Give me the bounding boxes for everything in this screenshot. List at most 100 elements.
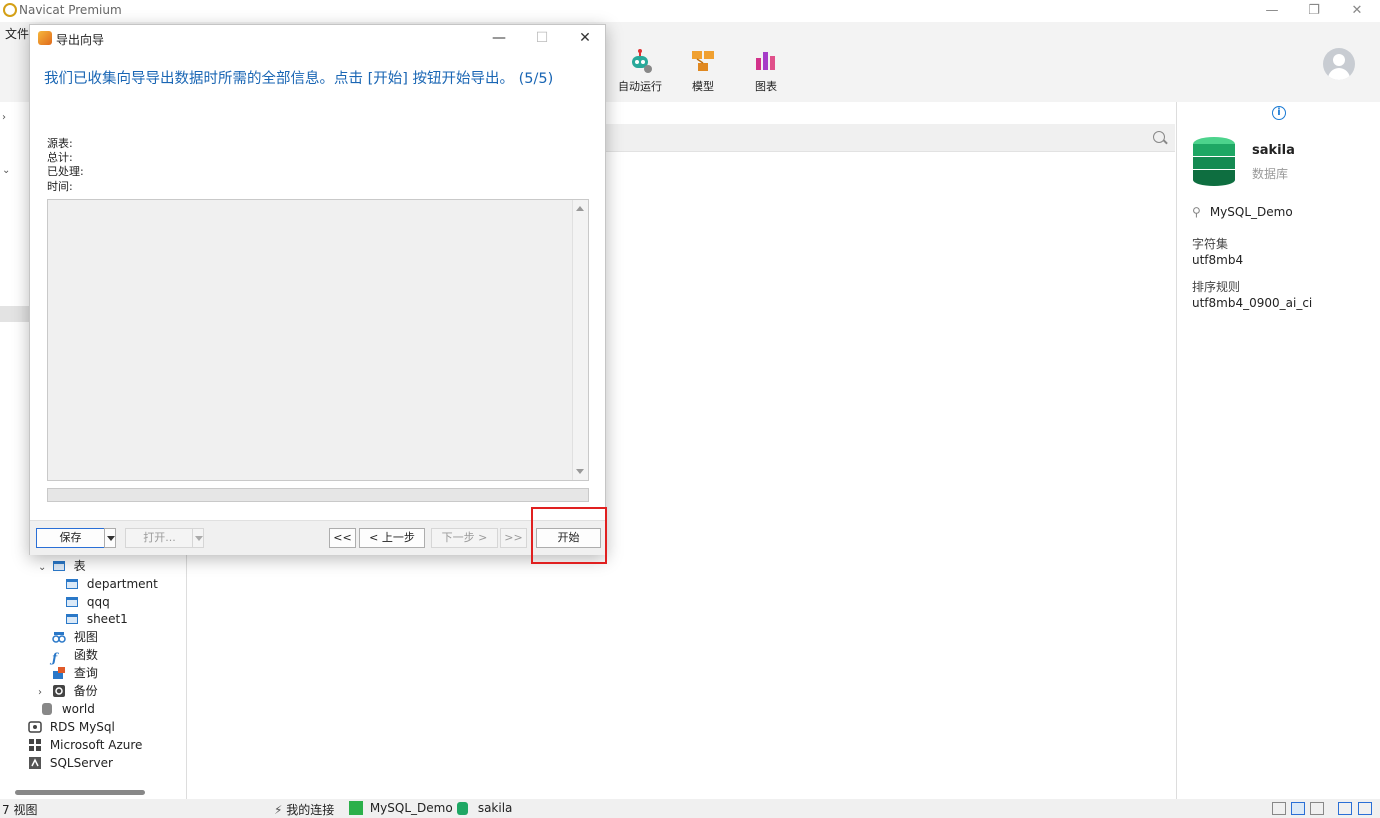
grid-view-icon[interactable] <box>1272 802 1286 815</box>
detail-view-icon[interactable] <box>1310 802 1324 815</box>
chart-icon <box>756 52 775 70</box>
save-button[interactable]: 保存 <box>36 528 105 548</box>
restore-window-button[interactable]: ❐ <box>1292 0 1336 22</box>
rds-icon <box>28 721 42 733</box>
tree-row-expanded-1[interactable]: ⌄ <box>2 160 12 178</box>
table-icon <box>66 597 78 607</box>
connection-name: MySQL_Demo <box>1209 205 1293 219</box>
robot-icon <box>632 49 652 73</box>
charset-value: utf8mb4 <box>1192 253 1244 267</box>
tree-item-table[interactable]: qqq <box>65 593 110 611</box>
functions-label: 函数 <box>73 648 98 662</box>
previous-step-button[interactable]: < 上一步 <box>359 528 425 548</box>
dialog-titlebar: 导出向导 — ☐ ✕ <box>30 25 605 51</box>
table-name: qqq <box>86 595 110 609</box>
tree-item-connection-sqlserver[interactable]: SQLServer <box>28 754 113 772</box>
tree-item-table[interactable]: department <box>65 575 158 593</box>
dialog-title: 导出向导 <box>56 33 105 47</box>
avatar-head-icon <box>1333 54 1345 66</box>
next-step-button[interactable]: 下一步 > <box>431 528 498 548</box>
dialog-close-button[interactable]: ✕ <box>570 27 600 49</box>
save-dropdown-arrow[interactable] <box>104 528 116 548</box>
tree-row-selected[interactable] <box>0 306 30 322</box>
menu-file[interactable]: 文件 <box>5 25 29 42</box>
table-icon <box>66 614 78 624</box>
user-avatar[interactable] <box>1323 48 1355 80</box>
dialog-footer: 保存 打开... << < 上一步 下一步 > >> 开始 <box>30 520 605 555</box>
function-icon: ƒ <box>52 651 58 665</box>
minimize-window-button[interactable]: — <box>1250 0 1294 22</box>
list-view-icon[interactable] <box>1291 802 1305 815</box>
database-large-icon <box>1193 137 1235 186</box>
mysql-icon <box>349 801 363 815</box>
connection-name: SQLServer <box>49 756 113 770</box>
time-label: 时间: <box>47 180 73 193</box>
start-button-highlight <box>531 507 607 564</box>
connection-name: RDS MySql <box>49 720 115 734</box>
database-name: sakila <box>477 801 513 815</box>
model-label: 模型 <box>692 80 714 93</box>
info-icon[interactable]: i <box>1272 106 1286 120</box>
open-dropdown-arrow[interactable] <box>192 528 204 548</box>
navicat-dialog-icon <box>38 31 52 45</box>
connection-row: ⚲ MySQL_Demo <box>1192 205 1293 219</box>
collation-value: utf8mb4_0900_ai_ci <box>1192 296 1313 310</box>
last-step-button[interactable]: >> <box>500 528 527 548</box>
tree-row-collapsed-1[interactable]: › <box>2 107 12 125</box>
azure-icon <box>29 739 41 751</box>
db-name: sakila <box>1252 143 1295 158</box>
query-icon <box>53 667 65 679</box>
tree-item-views[interactable]: 视图 <box>52 628 98 646</box>
view-icon <box>52 632 66 643</box>
status-my-connections: ⚡ 我的连接 <box>274 801 334 818</box>
table-folder-icon <box>52 561 65 571</box>
automation-label: 自动运行 <box>618 80 662 93</box>
my-connections-label: 我的连接 <box>286 803 335 817</box>
tree-item-functions[interactable]: ƒ 函数 <box>52 646 98 665</box>
status-database: sakila <box>457 801 512 815</box>
tables-label: 表 <box>73 559 86 573</box>
database-icon <box>457 802 468 815</box>
scroll-up-icon[interactable] <box>576 206 584 211</box>
model-button[interactable]: 模型 <box>675 48 731 94</box>
tree-item-connection-azure[interactable]: Microsoft Azure <box>28 736 142 754</box>
log-vertical-scrollbar[interactable] <box>572 200 588 480</box>
tree-item-backups[interactable]: › 备份 <box>38 682 98 700</box>
charset-label: 字符集 <box>1192 237 1229 251</box>
chart-button[interactable]: 图表 <box>738 48 794 94</box>
dialog-maximize-button[interactable]: ☐ <box>527 27 557 49</box>
object-info-panel: i sakila 数据库 ⚲ MySQL_Demo 字符集 utf8mb4 排序… <box>1176 102 1380 799</box>
right-pane-toggle-icon[interactable] <box>1358 802 1372 815</box>
views-label: 视图 <box>73 630 98 644</box>
first-step-button[interactable]: << <box>329 528 356 548</box>
queries-label: 查询 <box>73 666 98 680</box>
table-icon <box>66 579 78 589</box>
tree-item-queries[interactable]: 查询 <box>52 664 98 682</box>
avatar-body-icon <box>1328 68 1350 80</box>
tree-horizontal-scrollbar[interactable] <box>15 790 145 795</box>
dialog-minimize-button[interactable]: — <box>484 27 514 49</box>
connection-icon: ⚲ <box>1192 205 1201 219</box>
close-window-button[interactable]: ✕ <box>1335 0 1379 22</box>
tree-item-table[interactable]: sheet1 <box>65 610 128 628</box>
connection-name: MySQL_Demo <box>369 801 453 815</box>
chart-label: 图表 <box>755 80 777 93</box>
backups-label: 备份 <box>73 684 98 698</box>
search-icon[interactable] <box>1153 131 1165 143</box>
open-button[interactable]: 打开... <box>125 528 194 548</box>
database-icon <box>42 703 52 715</box>
left-pane-toggle-icon[interactable] <box>1338 802 1352 815</box>
export-log-area[interactable] <box>47 199 589 481</box>
automation-button[interactable]: 自动运行 <box>612 48 668 94</box>
table-name: department <box>86 577 158 591</box>
navicat-logo-icon <box>3 3 17 17</box>
connection-name: Microsoft Azure <box>49 738 143 752</box>
db-type: 数据库 <box>1252 167 1289 181</box>
tree-item-tables[interactable]: ⌄ 表 <box>38 557 86 575</box>
tree-item-connection-rds[interactable]: RDS MySql <box>28 718 115 736</box>
dialog-heading: 我们已收集向导导出数据时所需的全部信息。点击 [开始] 按钮开始导出。 (5/5… <box>44 71 554 87</box>
scroll-down-icon[interactable] <box>576 469 584 474</box>
tree-item-database-world[interactable]: world <box>40 700 95 718</box>
table-name: sheet1 <box>86 612 128 626</box>
export-progress-bar <box>47 488 589 502</box>
